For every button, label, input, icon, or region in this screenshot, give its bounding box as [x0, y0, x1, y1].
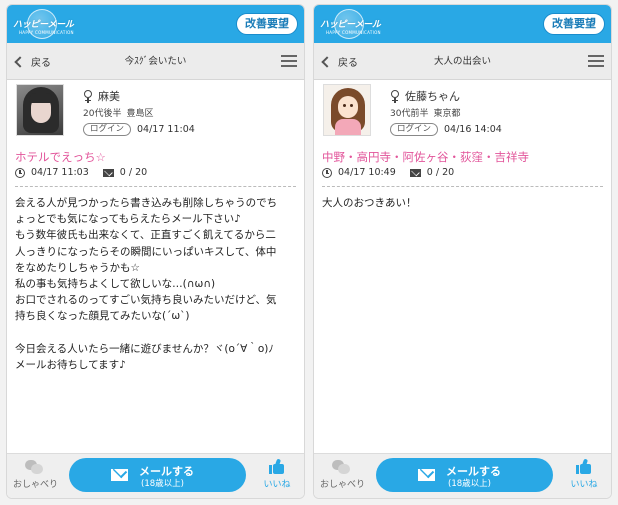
logo-subtext: HAPPY COMMUNICATION — [326, 30, 381, 35]
action-footer: おしゃべり メールする (18歳以上) いいね — [7, 453, 304, 498]
nav-bar: 戻る 今ｽｸﾞ会いたい — [7, 43, 304, 80]
user-name[interactable]: 麻美 — [98, 88, 120, 104]
female-icon — [83, 89, 93, 103]
chat-button[interactable]: おしゃべり — [13, 460, 59, 490]
send-mail-button[interactable]: メールする (18歳以上) — [376, 458, 553, 492]
logo-subtext: HAPPY COMMUNICATION — [19, 30, 74, 35]
chat-label: おしゃべり — [13, 480, 59, 490]
user-meta: 30代前半 東京都 — [390, 106, 460, 119]
login-time: 04/16 14:04 — [444, 124, 502, 135]
happymail-logo[interactable]: ハッピーメール HAPPY COMMUNICATION — [13, 8, 74, 40]
like-button[interactable]: いいね — [260, 458, 294, 490]
post-body: 会える人が見つかったら書き込みも削除しちゃうのでち ょっとでも気になってもらえた… — [15, 197, 278, 372]
user-area: 東京都 — [433, 109, 461, 119]
post-body: 大人のおつきあい！ — [322, 197, 417, 209]
post-stats: 04/17 10:49 0 / 20 — [322, 167, 454, 178]
chat-label: おしゃべり — [320, 480, 366, 490]
action-footer: おしゃべり メールする (18歳以上) いいね — [314, 453, 611, 498]
login-row: ログイン 04/16 14:04 — [390, 123, 502, 136]
feedback-button[interactable]: 改善要望 — [543, 13, 605, 35]
thumbs-up-icon — [269, 458, 285, 474]
logo-text: ハッピーメール — [320, 20, 381, 30]
age-restriction-label: (18歳以上) — [141, 479, 184, 489]
name-row: 佐藤ちゃん — [390, 88, 460, 104]
mail-count: 0 / 20 — [426, 167, 455, 178]
post-panel-right: ハッピーメール HAPPY COMMUNICATION 改善要望 戻る 大人の出… — [313, 4, 612, 499]
clock-icon — [322, 167, 332, 178]
post-time: 04/17 10:49 — [338, 167, 396, 178]
feedback-button[interactable]: 改善要望 — [236, 13, 298, 35]
send-mail-button[interactable]: メールする (18歳以上) — [69, 458, 246, 492]
login-badge: ログイン — [390, 123, 439, 136]
user-age: 30代前半 — [390, 109, 429, 119]
login-row: ログイン 04/17 11:04 — [83, 123, 195, 136]
like-label: いいね — [263, 480, 291, 490]
like-button[interactable]: いいね — [567, 458, 601, 490]
mail-icon — [409, 168, 421, 177]
mail-icon — [102, 168, 114, 177]
mail-count: 0 / 20 — [119, 167, 148, 178]
app-stage: ハッピーメール HAPPY COMMUNICATION 改善要望 戻る 今ｽｸﾞ… — [0, 0, 618, 505]
logo-text: ハッピーメール — [13, 20, 74, 30]
login-time: 04/17 11:04 — [137, 124, 195, 135]
post-stats: 04/17 11:03 0 / 20 — [15, 167, 147, 178]
nav-bar: 戻る 大人の出会い — [314, 43, 611, 80]
page-title: 今ｽｸﾞ会いたい — [124, 56, 187, 67]
chat-bubbles-icon — [25, 460, 43, 474]
post-title: ホテルでえっち☆ — [15, 150, 106, 164]
post-title: 中野・高円寺・阿佐ヶ谷・荻窪・吉祥寺 — [322, 150, 529, 164]
profile-section: 佐藤ちゃん 30代前半 東京都 ログイン 04/16 14:04 — [314, 80, 611, 142]
profile-section: 麻美 20代後半 豊島区 ログイン 04/17 11:04 — [7, 80, 304, 142]
envelope-icon — [418, 469, 435, 481]
user-meta: 20代後半 豊島区 — [83, 106, 153, 119]
chat-bubbles-icon — [332, 460, 350, 474]
top-bar: ハッピーメール HAPPY COMMUNICATION 改善要望 — [7, 5, 304, 43]
female-icon — [390, 89, 400, 103]
name-row: 麻美 — [83, 88, 120, 104]
page-title: 大人の出会い — [433, 56, 491, 67]
divider — [15, 186, 296, 187]
age-restriction-label: (18歳以上) — [448, 479, 491, 489]
avatar[interactable] — [16, 84, 64, 136]
divider — [322, 186, 603, 187]
clock-icon — [15, 167, 25, 178]
envelope-icon — [111, 469, 128, 481]
user-age: 20代後半 — [83, 109, 122, 119]
happymail-logo[interactable]: ハッピーメール HAPPY COMMUNICATION — [320, 8, 381, 40]
login-badge: ログイン — [83, 123, 132, 136]
top-bar: ハッピーメール HAPPY COMMUNICATION 改善要望 — [314, 5, 611, 43]
hamburger-menu-icon[interactable] — [281, 55, 297, 68]
post-time: 04/17 11:03 — [31, 167, 89, 178]
user-area: 豊島区 — [126, 109, 154, 119]
like-label: いいね — [570, 480, 598, 490]
post-panel-left: ハッピーメール HAPPY COMMUNICATION 改善要望 戻る 今ｽｸﾞ… — [6, 4, 305, 499]
thumbs-up-icon — [576, 458, 592, 474]
user-name[interactable]: 佐藤ちゃん — [405, 88, 460, 104]
hamburger-menu-icon[interactable] — [588, 55, 604, 68]
avatar[interactable] — [323, 84, 371, 136]
chat-button[interactable]: おしゃべり — [320, 460, 366, 490]
